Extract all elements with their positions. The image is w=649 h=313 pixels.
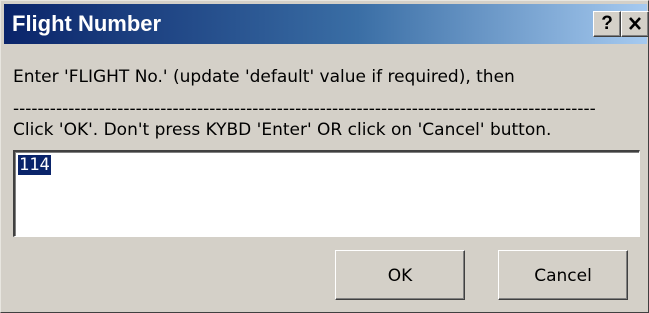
- flight-number-input[interactable]: 114: [13, 150, 640, 237]
- input-selected-value[interactable]: 114: [18, 155, 51, 175]
- prompt-text-line1: Enter 'FLIGHT No.' (update 'default' val…: [13, 67, 515, 87]
- ok-button[interactable]: OK: [335, 250, 465, 300]
- close-icon: [629, 17, 641, 30]
- title-bar[interactable]: Flight Number ?: [4, 4, 649, 44]
- help-button[interactable]: ?: [593, 11, 621, 37]
- prompt-text-line2: Click 'OK'. Don't press KYBD 'Enter' OR …: [13, 120, 552, 140]
- flight-number-dialog: Flight Number ? Enter 'FLIGHT No.' (upda…: [0, 0, 649, 313]
- cancel-button[interactable]: Cancel: [498, 250, 628, 300]
- prompt-separator: ----------------------------------------…: [13, 99, 596, 119]
- dialog-title: Flight Number: [12, 11, 162, 36]
- close-button[interactable]: [621, 11, 649, 37]
